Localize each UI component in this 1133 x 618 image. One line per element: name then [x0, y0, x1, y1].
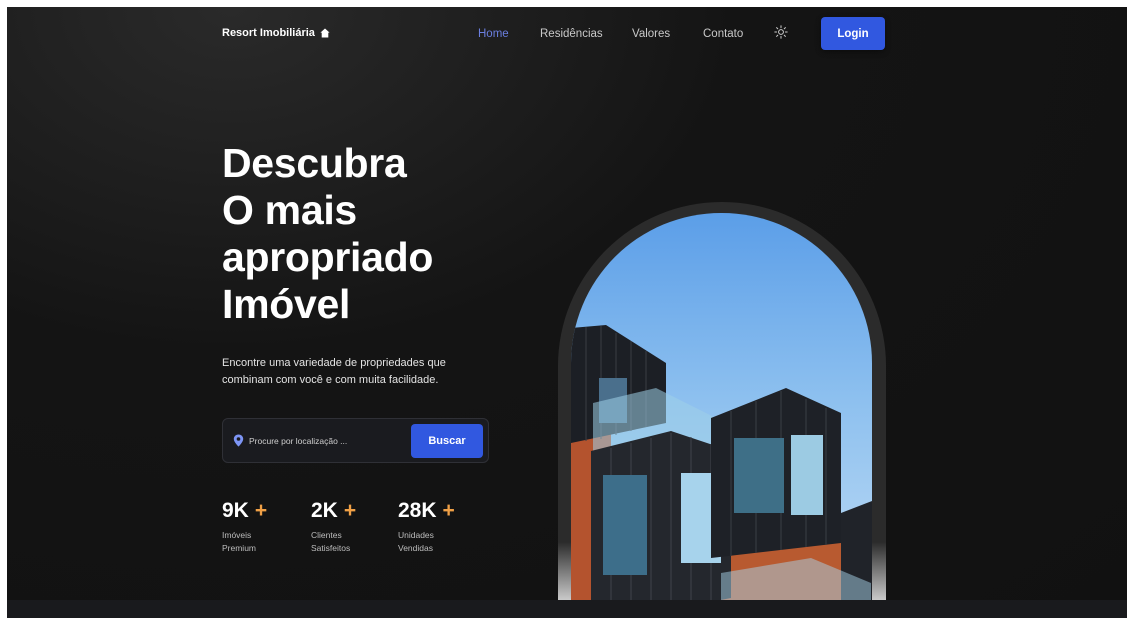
nav-home[interactable]: Home [478, 28, 509, 40]
search-bar: Buscar [222, 418, 489, 463]
page-frame: Resort Imobiliária Home Residências Valo… [7, 7, 1127, 618]
sun-icon[interactable] [774, 25, 788, 39]
nav-residencias[interactable]: Residências [540, 28, 603, 40]
brand-logo[interactable]: Resort Imobiliária [222, 27, 330, 39]
hero-title: Descubra O mais apropriado Imóvel [222, 140, 433, 328]
stat-value-row: 9K + [222, 499, 282, 523]
stat-label: Imóveis Premium [222, 530, 257, 553]
stat-label: Unidades Vendidas [398, 530, 434, 553]
stat-imoveis: 9K + Imóveis Premium [222, 499, 282, 555]
stat-value-row: 28K + [398, 499, 458, 523]
home-icon [320, 28, 330, 38]
building-image [571, 213, 872, 618]
nav-valores[interactable]: Valores [632, 28, 670, 40]
hero-title-line: O mais [222, 187, 357, 233]
stat-value: 9K [222, 499, 249, 522]
login-button[interactable]: Login [821, 17, 885, 50]
hero-title-line: apropriado [222, 234, 434, 280]
stat-unidades: 28K + Unidades Vendidas [398, 499, 458, 555]
location-search-input[interactable] [249, 431, 399, 451]
stat-plus: + [343, 499, 357, 522]
stat-label: Clientes Satisfeitos [311, 530, 351, 553]
hero-subtitle: Encontre uma variedade de propriedades q… [222, 357, 446, 386]
search-button[interactable]: Buscar [411, 424, 483, 458]
nav-contato[interactable]: Contato [703, 28, 743, 40]
stat-value: 2K [311, 499, 338, 522]
building-illustration [571, 325, 872, 618]
bottom-band [7, 600, 1127, 618]
hero-title-line: Descubra [222, 140, 407, 186]
stat-plus: + [254, 499, 268, 522]
brand-name: Resort Imobiliária [222, 27, 315, 39]
location-pin-icon [233, 434, 244, 447]
stat-plus: + [442, 499, 455, 522]
stat-clientes: 2K + Clientes Satisfeitos [311, 499, 371, 555]
stat-value: 28K [398, 499, 437, 522]
hero-title-line: Imóvel [222, 281, 351, 327]
stat-value-row: 2K + [311, 499, 371, 523]
